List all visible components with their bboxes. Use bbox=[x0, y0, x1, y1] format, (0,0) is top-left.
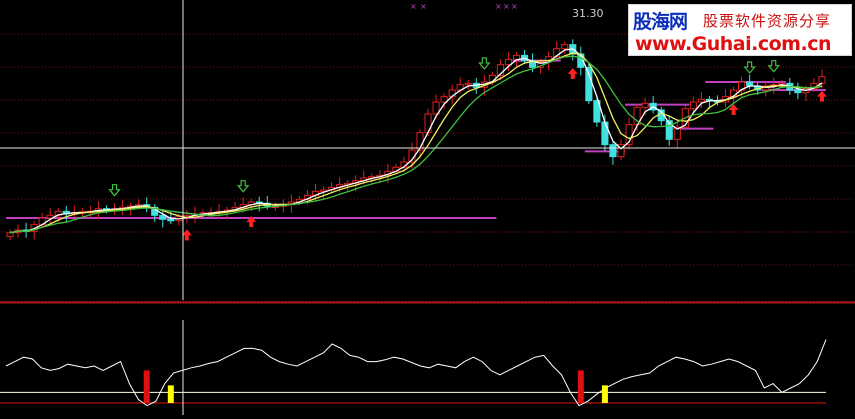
indicator-signal-bar bbox=[577, 370, 584, 403]
top-marker: × bbox=[511, 2, 518, 11]
candle-body bbox=[609, 144, 617, 158]
candle-body bbox=[601, 121, 609, 146]
candle-body bbox=[585, 66, 593, 102]
candle-body bbox=[641, 102, 649, 108]
stock-chart: × × × × × 31.30 股海网 股票软件资源分享 www.Guhai.com.c… bbox=[0, 0, 855, 415]
sell-arrow-icon bbox=[743, 61, 756, 74]
sell-arrow-icon bbox=[236, 180, 250, 193]
sell-arrow-icon bbox=[767, 60, 781, 73]
peak-price-label: 31.30 bbox=[572, 7, 604, 20]
candle-body bbox=[464, 82, 472, 86]
top-marker: × bbox=[410, 2, 417, 11]
candle-body bbox=[794, 89, 802, 94]
sell-arrow-icon bbox=[108, 184, 121, 197]
indicator-signal-bar bbox=[167, 385, 174, 403]
grid-layer bbox=[0, 33, 855, 304]
buy-arrow-icon bbox=[567, 68, 578, 79]
watermark-tagline: 股票软件资源分享 bbox=[703, 12, 832, 30]
indicator-signal-bar bbox=[143, 370, 150, 403]
watermark-logo: 股海网 股票软件资源分享 www.Guhai.com.cn bbox=[628, 4, 852, 56]
candle-body bbox=[818, 76, 826, 84]
candle-body bbox=[424, 113, 432, 134]
candle-body bbox=[689, 101, 697, 110]
top-marker: × bbox=[503, 2, 510, 11]
chart-canvas: × × × × × 31.30 bbox=[0, 0, 855, 415]
candle-body bbox=[512, 54, 521, 60]
top-marker: × bbox=[420, 2, 427, 11]
indicator-line bbox=[5, 339, 827, 407]
watermark-brand: 股海网 bbox=[633, 11, 688, 33]
ma-fast-line bbox=[9, 48, 823, 234]
indicator-signal-bar bbox=[601, 385, 608, 403]
candle-body bbox=[6, 232, 14, 238]
candle-body bbox=[697, 98, 705, 103]
moving-averages bbox=[9, 48, 823, 234]
top-marker: × bbox=[495, 2, 502, 11]
watermark-url: www.Guhai.com.cn bbox=[635, 33, 831, 55]
candle-body bbox=[561, 44, 569, 50]
indicator-panel bbox=[0, 339, 827, 407]
support-lines bbox=[6, 59, 826, 219]
candle-body bbox=[167, 218, 175, 222]
candle-body bbox=[159, 214, 167, 220]
